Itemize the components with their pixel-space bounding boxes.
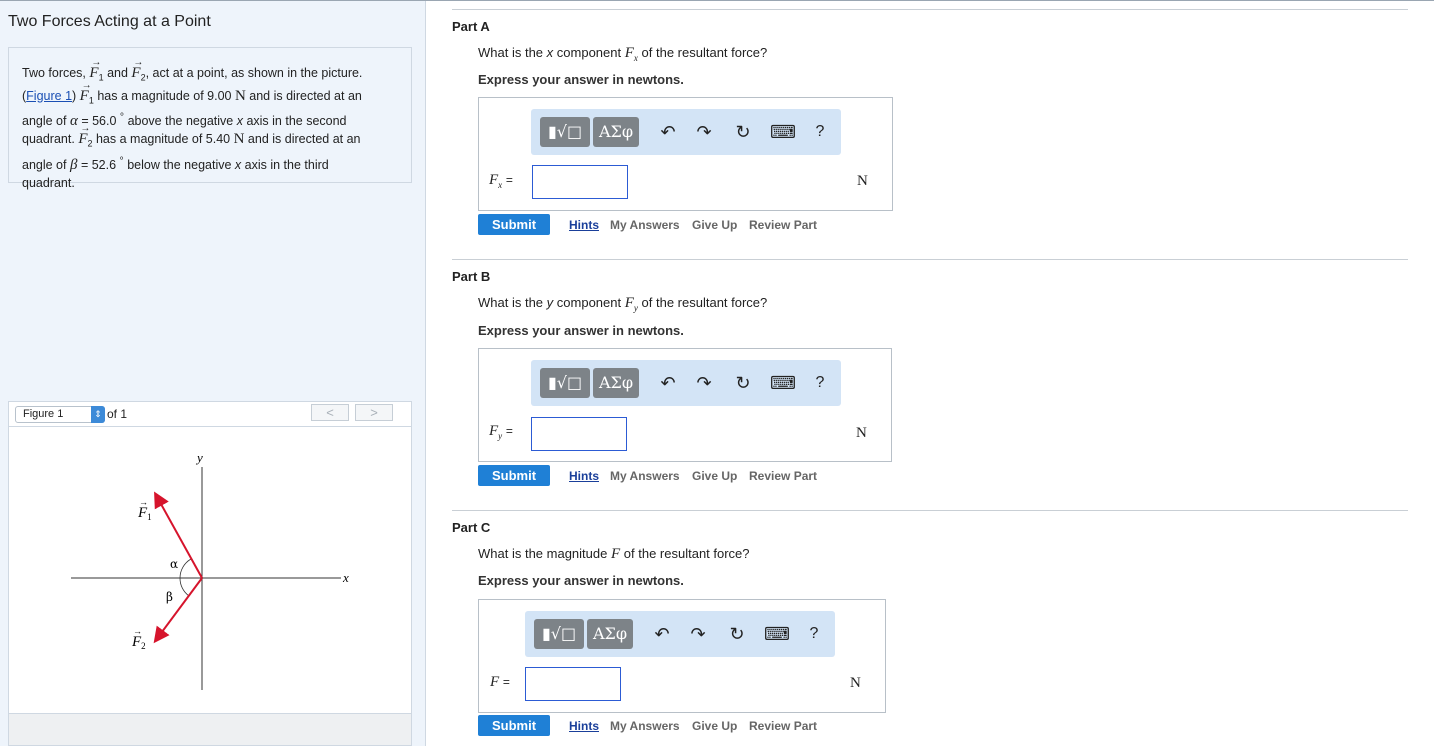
part-c-instructions: Express your answer in newtons. bbox=[478, 573, 684, 588]
part-c-review-link[interactable]: Review Part bbox=[749, 719, 817, 733]
part-b-give-up-link[interactable]: Give Up bbox=[692, 469, 737, 483]
figure-link[interactable]: Figure 1 bbox=[26, 89, 72, 103]
undo-icon[interactable]: ↶ bbox=[651, 623, 673, 645]
help-icon[interactable]: ? bbox=[803, 623, 825, 645]
part-a-my-answers-link[interactable]: My Answers bbox=[610, 218, 680, 232]
figure-toolbar: Figure 1 ⇕ of 1 < > bbox=[8, 401, 412, 427]
beta-label: β bbox=[166, 590, 173, 604]
x-axis-label: x bbox=[342, 570, 349, 585]
part-a-instructions: Express your answer in newtons. bbox=[478, 72, 684, 87]
left-panel: Two Forces Acting at a Point Two forces,… bbox=[0, 1, 426, 746]
part-b-instructions: Express your answer in newtons. bbox=[478, 323, 684, 338]
redo-icon[interactable]: ↷ bbox=[687, 623, 709, 645]
part-c-answer-box: ▮√□ ΑΣφ ↶ ↷ ↻ ⌨ ? F = N bbox=[478, 599, 886, 713]
help-icon[interactable]: ? bbox=[809, 372, 831, 394]
part-b-unit: N bbox=[856, 425, 867, 441]
alpha-label: α bbox=[170, 557, 178, 571]
part-a-question: What is the x component Fx of the result… bbox=[478, 45, 768, 63]
part-c-answer-label: F = bbox=[490, 674, 510, 690]
undo-icon[interactable]: ↶ bbox=[657, 121, 679, 143]
templates-button[interactable]: ▮√□ bbox=[540, 117, 590, 147]
part-b-answer-label: Fy = bbox=[489, 423, 513, 441]
part-c-hints-link[interactable]: Hints bbox=[569, 719, 599, 733]
f1-arrow bbox=[154, 491, 203, 579]
part-c-answer-input[interactable] bbox=[525, 667, 621, 701]
beta-arc bbox=[179, 577, 190, 597]
keyboard-icon[interactable]: ⌨ bbox=[764, 623, 790, 645]
part-a-divider bbox=[452, 9, 1408, 10]
y-axis-label: y bbox=[195, 450, 203, 465]
part-b-submit-button[interactable]: Submit bbox=[478, 465, 550, 486]
select-arrows-icon: ⇕ bbox=[91, 406, 105, 423]
figure-prev-button[interactable]: < bbox=[311, 404, 349, 421]
page-title: Two Forces Acting at a Point bbox=[8, 13, 211, 30]
math-toolbar: ▮√□ ΑΣφ ↶ ↷ ↻ ⌨ ? bbox=[525, 611, 835, 657]
reset-icon[interactable]: ↻ bbox=[732, 372, 754, 394]
figure-next-button[interactable]: > bbox=[355, 404, 393, 421]
part-b-title: Part B bbox=[452, 269, 491, 284]
part-c-submit-button[interactable]: Submit bbox=[478, 715, 550, 736]
part-a-unit: N bbox=[857, 173, 868, 189]
part-c-title: Part C bbox=[452, 520, 491, 535]
part-b-question: What is the y component Fy of the result… bbox=[478, 295, 768, 313]
part-c-divider bbox=[452, 510, 1408, 511]
keyboard-icon[interactable]: ⌨ bbox=[770, 121, 796, 143]
part-b-my-answers-link[interactable]: My Answers bbox=[610, 469, 680, 483]
problem-statement: Two forces, F1 and F2, act at a point, a… bbox=[8, 47, 412, 190]
alpha-arc bbox=[179, 558, 192, 579]
part-c-give-up-link[interactable]: Give Up bbox=[692, 719, 737, 733]
templates-button[interactable]: ▮√□ bbox=[540, 368, 590, 398]
symbols-button[interactable]: ΑΣφ bbox=[593, 117, 639, 147]
figure-select[interactable]: Figure 1 ⇕ bbox=[15, 406, 105, 423]
part-a-give-up-link[interactable]: Give Up bbox=[692, 218, 737, 232]
symbols-button[interactable]: ΑΣφ bbox=[587, 619, 633, 649]
redo-icon[interactable]: ↷ bbox=[693, 372, 715, 394]
f2-label: F2 bbox=[131, 634, 146, 651]
templates-button[interactable]: ▮√□ bbox=[534, 619, 584, 649]
part-a-title: Part A bbox=[452, 19, 490, 34]
symbols-button[interactable]: ΑΣφ bbox=[593, 368, 639, 398]
redo-icon[interactable]: ↷ bbox=[693, 121, 715, 143]
f1-label-arrow-icon: → bbox=[139, 497, 148, 507]
reset-icon[interactable]: ↻ bbox=[726, 623, 748, 645]
f1-label: F1 bbox=[137, 505, 152, 522]
problem-text: Two forces, bbox=[22, 66, 86, 80]
part-a-answer-label: Fx = bbox=[489, 172, 513, 190]
part-a-answer-box: ▮√□ ΑΣφ ↶ ↷ ↻ ⌨ ? Fx = N bbox=[478, 97, 893, 211]
figure-count: of 1 bbox=[107, 407, 128, 421]
math-toolbar: ▮√□ ΑΣφ ↶ ↷ ↻ ⌨ ? bbox=[531, 109, 841, 155]
part-b-divider bbox=[452, 259, 1408, 260]
f2-label-arrow-icon: → bbox=[133, 626, 142, 636]
force-diagram: y x α β F1 → F2 → bbox=[71, 450, 349, 690]
part-b-review-link[interactable]: Review Part bbox=[749, 469, 817, 483]
keyboard-icon[interactable]: ⌨ bbox=[770, 372, 796, 394]
reset-icon[interactable]: ↻ bbox=[732, 121, 754, 143]
undo-icon[interactable]: ↶ bbox=[657, 372, 679, 394]
part-b-hints-link[interactable]: Hints bbox=[569, 469, 599, 483]
part-b-answer-input[interactable] bbox=[531, 417, 627, 451]
part-c-unit: N bbox=[850, 675, 861, 691]
figure-canvas: y x α β F1 → F2 → bbox=[8, 427, 412, 714]
part-a-hints-link[interactable]: Hints bbox=[569, 218, 599, 232]
part-c-question: What is the magnitude F of the resultant… bbox=[478, 546, 750, 562]
help-icon[interactable]: ? bbox=[809, 121, 831, 143]
part-a-submit-button[interactable]: Submit bbox=[478, 214, 550, 235]
f2-arrow bbox=[153, 577, 203, 644]
figure-footer bbox=[8, 713, 412, 746]
part-b-answer-box: ▮√□ ΑΣφ ↶ ↷ ↻ ⌨ ? Fy = N bbox=[478, 348, 892, 462]
math-toolbar: ▮√□ ΑΣφ ↶ ↷ ↻ ⌨ ? bbox=[531, 360, 841, 406]
part-a-review-link[interactable]: Review Part bbox=[749, 218, 817, 232]
part-c-my-answers-link[interactable]: My Answers bbox=[610, 719, 680, 733]
f2-symbol: F bbox=[131, 54, 143, 82]
part-a-answer-input[interactable] bbox=[532, 165, 628, 199]
